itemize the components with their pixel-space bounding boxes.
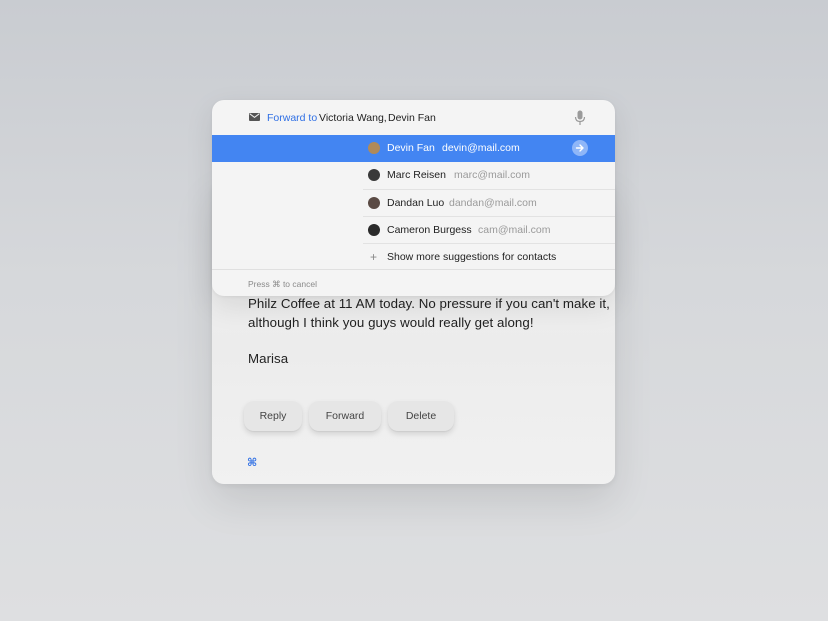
mail-icon (249, 113, 260, 121)
panel-footer: Press ⌘ to cancel (212, 269, 615, 296)
suggestion-row[interactable]: Dandan Luo dandan@mail.com (363, 189, 615, 217)
forward-button[interactable]: Forward (309, 401, 381, 431)
forward-panel: Forward to Victoria Wang, Devin Fan Devi… (212, 100, 615, 296)
show-more-suggestions[interactable]: + Show more suggestions for contacts (363, 243, 615, 271)
contact-email: dandan@mail.com (449, 197, 537, 209)
suggestion-row-selected[interactable]: Devin Fan devin@mail.com (212, 135, 615, 162)
contact-name: Cameron Burgess (387, 224, 472, 236)
contact-name: Dandan Luo (387, 197, 445, 209)
contact-name: Marc Reisen (387, 169, 446, 181)
email-signature: Marisa (248, 351, 289, 366)
microphone-icon[interactable] (574, 110, 586, 126)
avatar (368, 197, 380, 209)
avatar (368, 224, 380, 236)
forward-to-label: Forward to (267, 112, 318, 124)
contact-email: marc@mail.com (454, 169, 530, 181)
recipient-chip[interactable]: Devin Fan (388, 112, 436, 124)
plus-icon: + (370, 250, 378, 264)
recipient-chip[interactable]: Victoria Wang, (319, 112, 387, 124)
show-more-label: Show more suggestions for contacts (387, 251, 557, 263)
suggestion-row[interactable]: Marc Reisen marc@mail.com (363, 162, 615, 189)
reply-button[interactable]: Reply (244, 401, 302, 431)
contact-email: cam@mail.com (478, 224, 551, 236)
email-body-line-1: Philz Coffee at 11 AM today. No pressure… (248, 296, 610, 311)
cancel-hint: Press ⌘ to cancel (248, 279, 317, 289)
email-body-line-2: although I think you guys would really g… (248, 315, 534, 330)
contact-name: Devin Fan (387, 142, 435, 154)
contact-email: devin@mail.com (442, 142, 520, 154)
forward-header: Forward to Victoria Wang, Devin Fan (212, 100, 615, 136)
avatar (368, 169, 380, 181)
avatar (368, 142, 380, 154)
suggestion-row[interactable]: Cameron Burgess cam@mail.com (363, 216, 615, 244)
command-key-icon[interactable]: ⌘ (247, 456, 257, 469)
delete-button[interactable]: Delete (388, 401, 454, 431)
arrow-right-icon[interactable] (572, 140, 588, 156)
